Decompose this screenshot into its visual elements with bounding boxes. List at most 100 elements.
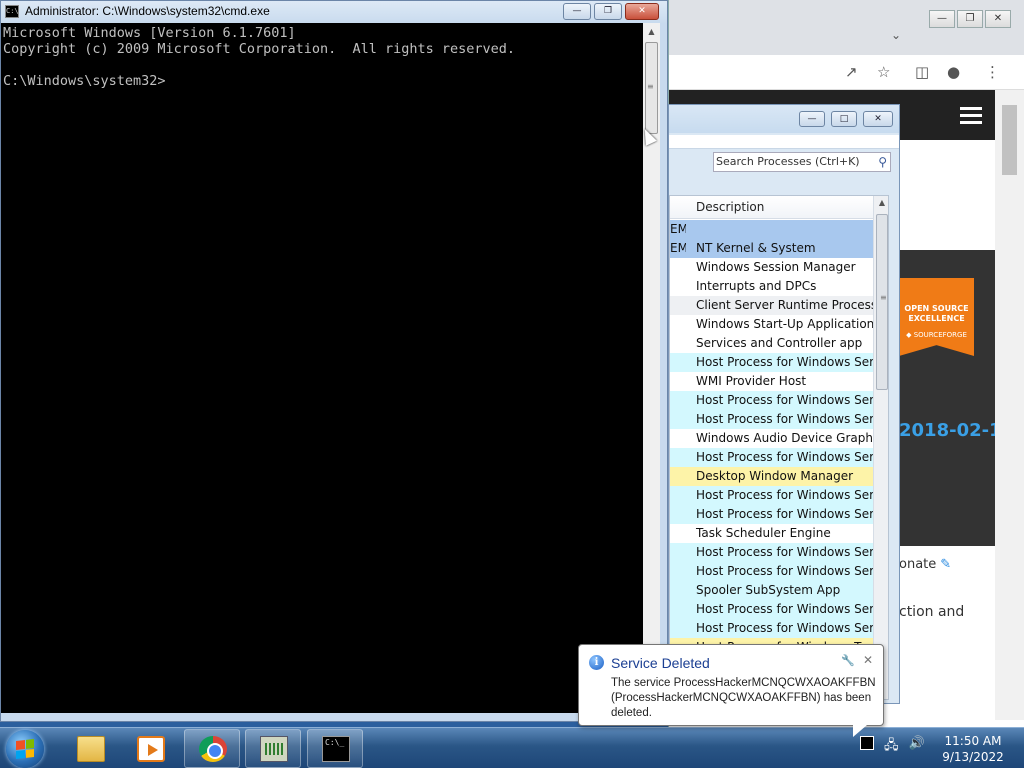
taskbar-explorer-button[interactable] (62, 729, 118, 768)
browser-scroll-thumb[interactable] (1002, 105, 1017, 175)
browser-toolbar: ↗ ☆ ◫ ● ⋮ (669, 55, 1024, 90)
process-row[interactable]: Services and Controller app (670, 334, 873, 353)
cmd-window-title: Administrator: C:\Windows\system32\cmd.e… (25, 4, 270, 18)
process-description-cell: Windows Audio Device Graph... (696, 431, 873, 445)
donate-label: onate (899, 557, 937, 572)
process-row[interactable]: Host Process for Windows Ser... (670, 600, 873, 619)
process-row[interactable]: EM NT Kernel & System (670, 239, 873, 258)
scroll-grip-icon: ≡ (647, 82, 654, 91)
network-icon[interactable]: 🖧 (884, 736, 899, 758)
chevron-down-icon[interactable]: ⌄ (891, 28, 901, 42)
process-user-cell: EM (670, 241, 686, 255)
taskbar: C:\_ 🖧 🔊 11:50 AM 9/13/2022 (0, 727, 1024, 768)
search-processes-input[interactable]: Search Processes (Ctrl+K) ⚲ (713, 152, 891, 172)
process-description-cell: Host Process for Windows Ser... (696, 412, 873, 426)
ph-maximize-button[interactable]: □ (831, 111, 857, 127)
console-scrollbar[interactable]: ▲ ≡ ▼ (643, 23, 660, 713)
bookmark-star-icon[interactable]: ☆ (877, 63, 890, 81)
close-icon[interactable]: ✕ (863, 653, 873, 667)
process-row[interactable]: Host Process for Windows Ser... (670, 448, 873, 467)
taskbar-process-hacker-button[interactable] (245, 729, 301, 768)
cmd-frame-right (660, 23, 667, 721)
console-line: C:\Windows\system32> (3, 73, 166, 89)
process-row[interactable]: Host Process for Windows Ser... (670, 505, 873, 524)
service-deleted-notification[interactable]: i Service Deleted 🔧 ✕ The service Proces… (578, 644, 884, 737)
browser-close-button[interactable]: ✕ (985, 10, 1011, 28)
process-hacker-window[interactable]: — □ ✕ Search Processes (Ctrl+K) ⚲ Descri… (668, 104, 900, 704)
process-description-cell: Interrupts and DPCs (696, 279, 817, 293)
process-description-cell: Host Process for Windows Ser... (696, 393, 873, 407)
taskbar-cmd-button[interactable]: C:\_ (307, 729, 363, 768)
donate-link[interactable]: onate ✎ (899, 557, 951, 572)
action-center-flag-icon[interactable] (860, 736, 874, 750)
process-row[interactable]: Spooler SubSystem App (670, 581, 873, 600)
process-description-cell: Host Process for Windows Ser... (696, 488, 873, 502)
taskbar-clock[interactable]: 11:50 AM 9/13/2022 (934, 733, 1012, 765)
process-row[interactable]: Host Process for Windows Ser... (670, 353, 873, 372)
browser-restore-button[interactable]: ❐ (957, 10, 983, 28)
browser-minimize-button[interactable]: — (929, 10, 955, 28)
cmd-minimize-button[interactable]: — (563, 3, 591, 20)
windows-logo-icon (16, 739, 34, 759)
process-row[interactable]: Windows Start-Up Application (670, 315, 873, 334)
hamburger-menu-icon[interactable] (960, 107, 982, 128)
process-description-cell: Desktop Window Manager (696, 469, 854, 483)
process-row[interactable]: Host Process for Windows Ser... (670, 410, 873, 429)
cmd-titlebar[interactable]: C:\ Administrator: C:\Windows\system32\c… (1, 1, 667, 23)
process-row[interactable]: Interrupts and DPCs (670, 277, 873, 296)
process-list[interactable]: Description EM EM NT Kernel & System Window… (669, 195, 889, 700)
notification-message: The service ProcessHackerMCNQCWXAOAKFFBN… (611, 677, 876, 719)
cmd-restore-button[interactable]: ❐ (594, 3, 622, 20)
process-row[interactable]: Host Process for Windows Ser... (670, 543, 873, 562)
profile-avatar-icon[interactable]: ● (947, 63, 960, 81)
process-list-scroll-thumb[interactable] (876, 214, 888, 390)
process-row[interactable]: Host Process for Windows Ser... (670, 619, 873, 638)
ph-close-button[interactable]: ✕ (863, 111, 893, 127)
process-row[interactable]: Host Process for Windows Ser... (670, 486, 873, 505)
process-row[interactable]: Host Process for Windows Ser... (670, 562, 873, 581)
scroll-grip-icon: ≡ (880, 293, 887, 302)
info-icon: i (589, 655, 604, 670)
ph-tab-strip[interactable] (669, 135, 899, 149)
clock-time: 11:50 AM (944, 734, 1002, 748)
share-icon[interactable]: ↗ (845, 63, 858, 81)
process-list-scrollbar[interactable]: ▲ ≡ (873, 196, 888, 699)
process-hacker-titlebar[interactable]: — □ ✕ (669, 105, 899, 133)
process-description-cell: Host Process for Windows Ser... (696, 621, 873, 635)
chrome-icon (199, 736, 227, 762)
kebab-menu-icon[interactable]: ⋮ (985, 63, 1000, 81)
side-panel-icon[interactable]: ◫ (915, 63, 929, 81)
volume-icon[interactable]: 🔊 (909, 736, 925, 758)
page-text-fragment: ction and (899, 604, 965, 620)
search-icon[interactable]: ⚲ (878, 153, 887, 171)
process-row[interactable]: WMI Provider Host (670, 372, 873, 391)
process-description-cell: Host Process for Windows Ser... (696, 355, 873, 369)
cmd-window[interactable]: C:\ Administrator: C:\Windows\system32\c… (0, 0, 668, 722)
process-row[interactable]: EM (670, 220, 873, 239)
process-row[interactable]: Windows Audio Device Graph... (670, 429, 873, 448)
browser-titlebar[interactable]: — ❐ ✕ ⌄ (669, 0, 1024, 55)
browser-scrollbar[interactable] (995, 90, 1024, 720)
process-row[interactable]: Windows Session Manager (670, 258, 873, 277)
taskbar-media-player-button[interactable] (122, 729, 178, 768)
process-rows: EM EM NT Kernel & System Windows Session Ma… (670, 220, 873, 657)
process-row[interactable]: Desktop Window Manager (670, 467, 873, 486)
process-description-cell: Client Server Runtime Process (696, 298, 873, 312)
console-output[interactable]: Microsoft Windows [Version 6.1.7601] Copy… (1, 23, 643, 713)
scroll-up-arrow[interactable]: ▲ (874, 196, 888, 210)
console-line: Copyright (c) 2009 Microsoft Corporation… (3, 41, 516, 57)
process-description-cell: Spooler SubSystem App (696, 583, 841, 597)
process-row[interactable]: Host Process for Windows Ser... (670, 391, 873, 410)
start-button[interactable] (6, 730, 44, 768)
process-row[interactable]: Client Server Runtime Process (670, 296, 873, 315)
process-description-cell: Windows Start-Up Application (696, 317, 873, 331)
process-description-cell: Host Process for Windows Ser... (696, 545, 873, 559)
taskbar-chrome-button[interactable] (184, 729, 240, 768)
process-row[interactable]: Task Scheduler Engine (670, 524, 873, 543)
wrench-options-icon[interactable]: 🔧 (841, 654, 855, 667)
column-header-description[interactable]: Description (670, 196, 873, 219)
cmd-close-button[interactable]: ✕ (625, 3, 659, 20)
ph-minimize-button[interactable]: — (799, 111, 825, 127)
scroll-up-arrow[interactable]: ▲ (643, 23, 660, 40)
